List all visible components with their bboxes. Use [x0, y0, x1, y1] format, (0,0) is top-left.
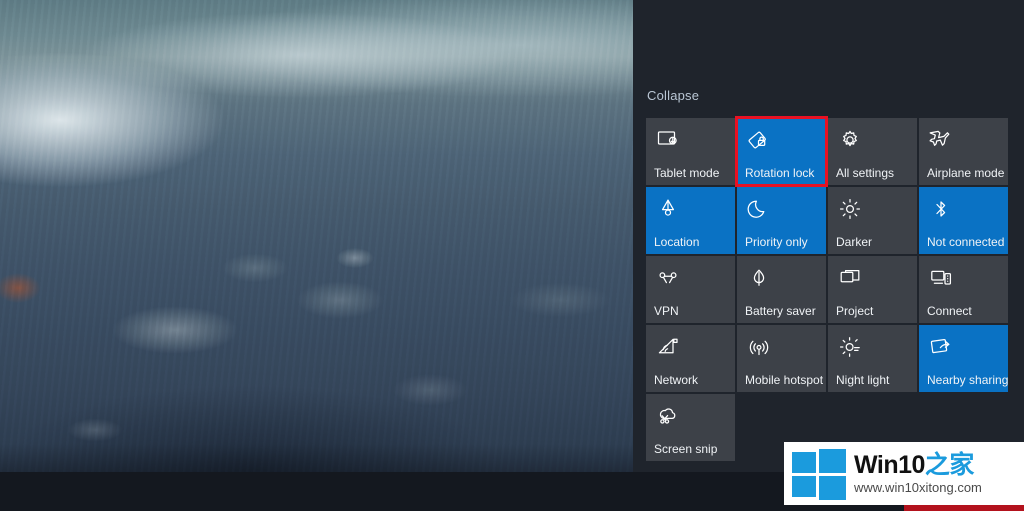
quick-action-tile-label: Priority only: [745, 235, 808, 249]
quick-action-tile-connect[interactable]: Connect: [919, 256, 1008, 323]
quick-action-tile-nearby-sharing[interactable]: Nearby sharing: [919, 325, 1008, 392]
watermark-title: Win10之家: [854, 450, 982, 479]
project-icon: [837, 265, 863, 291]
moon-icon: [746, 196, 772, 222]
quick-action-tile-label: Location: [654, 235, 700, 249]
quick-action-tile-label: All settings: [836, 166, 895, 180]
quick-action-tile-battery-saver[interactable]: Battery saver: [737, 256, 826, 323]
quick-action-tile-location[interactable]: Location: [646, 187, 735, 254]
quick-action-tile-mobile-hotspot[interactable]: Mobile hotspot: [737, 325, 826, 392]
quick-action-tile-label: Mobile hotspot: [745, 373, 824, 387]
quick-action-tile-airplane-mode[interactable]: Airplane mode: [919, 118, 1008, 185]
quick-action-tile-label: Tablet mode: [654, 166, 720, 180]
quick-action-tile-all-settings[interactable]: All settings: [828, 118, 917, 185]
quick-action-tile-label: Airplane mode: [927, 166, 1005, 180]
watermark-title-accent: 之家: [924, 450, 975, 479]
network-icon: [655, 334, 681, 360]
windows-logo-icon: [792, 448, 846, 500]
quick-action-tile-label: Screen snip: [654, 442, 718, 456]
quick-action-tile-label: Battery saver: [745, 304, 816, 318]
quick-action-tile-not-connected[interactable]: Not connected: [919, 187, 1008, 254]
quick-action-tiles: Tablet mode Rotation lock All settings Airp…: [646, 116, 1008, 461]
quick-action-tile-label: Darker: [836, 235, 873, 249]
location-icon: [655, 196, 681, 222]
quick-action-tile-rotation-lock[interactable]: Rotation lock: [735, 116, 828, 187]
nearby-sharing-icon: [928, 334, 954, 360]
quick-action-tile-vpn[interactable]: VPN: [646, 256, 735, 323]
quick-action-tile-label: VPN: [654, 304, 679, 318]
hotspot-icon: [746, 334, 772, 360]
quick-action-tile-priority-only[interactable]: Priority only: [737, 187, 826, 254]
quick-action-tile-label: Not connected: [927, 235, 1005, 249]
watermark-title-main: Win10: [854, 450, 925, 479]
rotation-lock-icon: [746, 127, 772, 153]
screen: Collapse Tablet mode Rotation lock All set…: [0, 0, 1024, 511]
brightness-icon: [837, 196, 863, 222]
tablet-mode-icon: [655, 127, 681, 153]
quick-action-tile-label: Rotation lock: [745, 166, 815, 180]
quick-action-tile-label: Nearby sharing: [927, 373, 1008, 387]
quick-action-tile-label: Night light: [836, 373, 890, 387]
vpn-icon: [655, 265, 681, 291]
bluetooth-icon: [928, 196, 954, 222]
watermark-accent-bar: [904, 505, 1024, 511]
quick-action-tile-project[interactable]: Project: [828, 256, 917, 323]
quick-action-tile-label: Network: [654, 373, 699, 387]
quick-action-tile-tablet-mode[interactable]: Tablet mode: [646, 118, 735, 185]
battery-saver-icon: [746, 265, 772, 291]
quick-action-tile-label: Project: [836, 304, 874, 318]
quick-action-tile-night-light[interactable]: Night light: [828, 325, 917, 392]
quick-action-tile-network[interactable]: Network: [646, 325, 735, 392]
desktop-wallpaper[interactable]: [0, 0, 633, 472]
collapse-link[interactable]: Collapse: [647, 88, 699, 103]
quick-action-tile-label: Connect: [927, 304, 972, 318]
airplane-icon: [928, 127, 954, 153]
night-light-icon: [837, 334, 863, 360]
action-center-panel: Collapse Tablet mode Rotation lock All set…: [633, 0, 1024, 472]
quick-action-tile-screen-snip[interactable]: Screen snip: [646, 394, 735, 461]
watermark-url: www.win10xitong.com: [854, 479, 982, 495]
watermark-text: Win10之家 www.win10xitong.com: [854, 450, 982, 496]
screen-snip-icon: [655, 403, 681, 429]
connect-icon: [928, 265, 954, 291]
site-watermark: Win10之家 www.win10xitong.com: [784, 442, 1024, 505]
quick-action-tile-darker[interactable]: Darker: [828, 187, 917, 254]
gear-icon: [837, 127, 863, 153]
